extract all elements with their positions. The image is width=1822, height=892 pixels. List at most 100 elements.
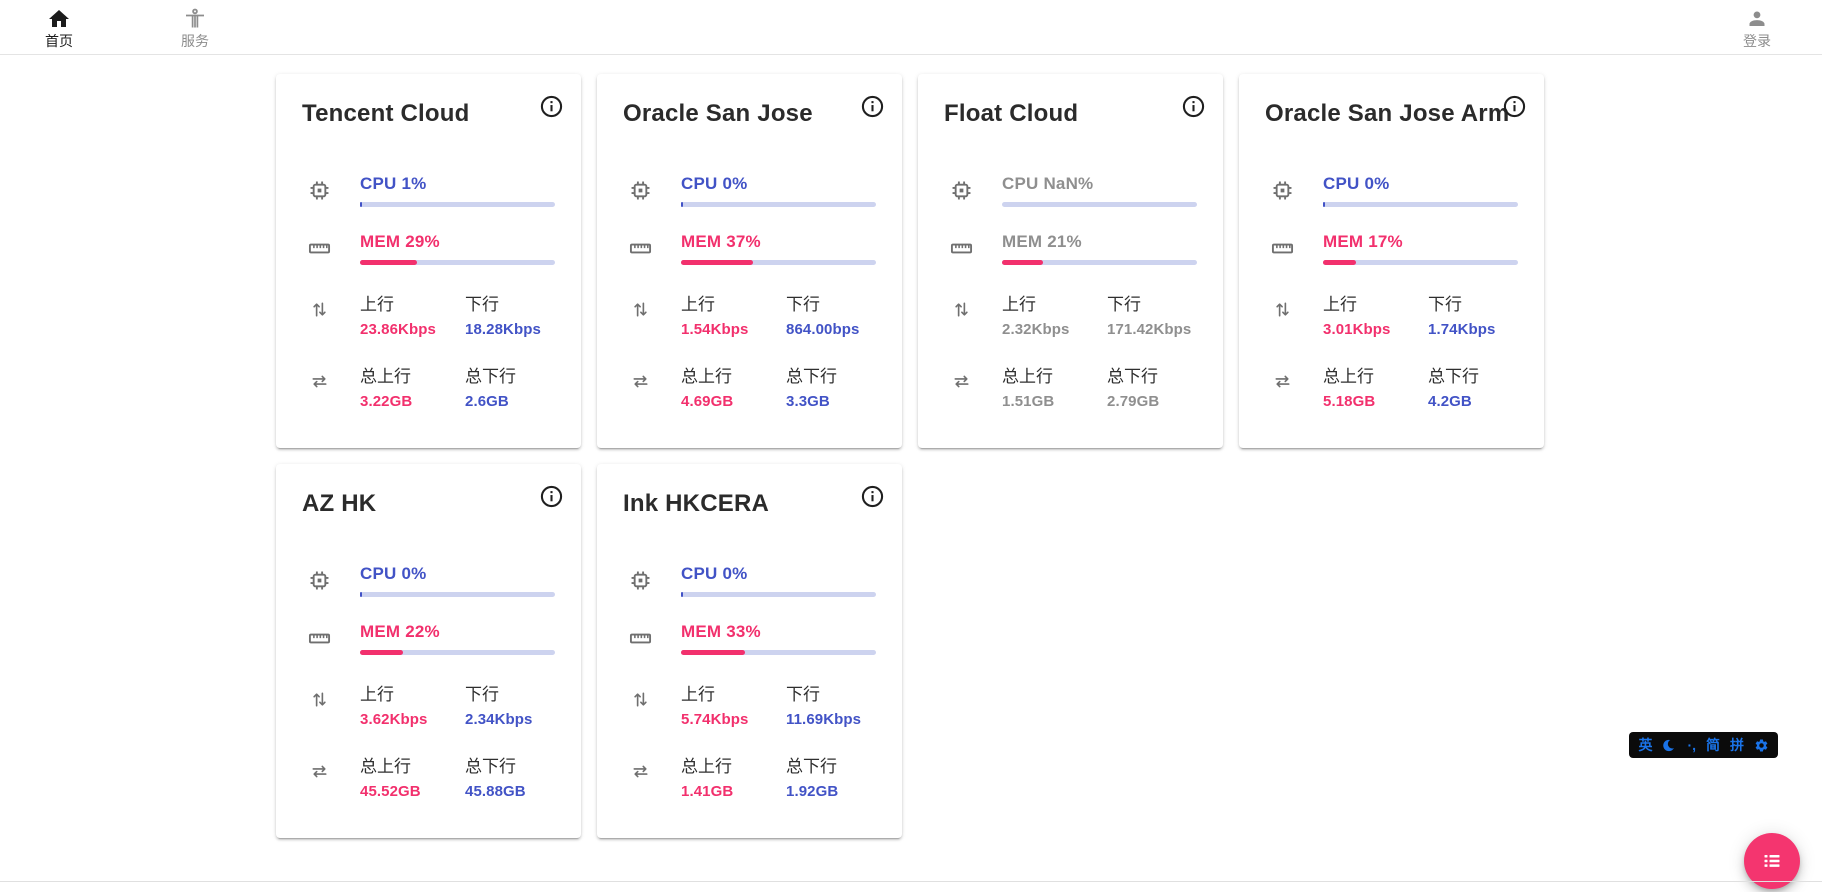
info-icon [1181,94,1206,119]
memory-ruler-icon [306,626,332,651]
cpu-bar [360,592,555,597]
server-name: AZ HK [276,464,581,518]
ime-halfshape-mode[interactable] [1662,738,1677,753]
app-bar: 首页 服务 登录 [0,0,1822,55]
login-button[interactable]: 登录 [1732,7,1782,48]
mem-bar [360,260,555,265]
upload-label: 上行 [681,680,786,705]
mem-bar-fill [1323,260,1356,265]
info-button[interactable] [537,482,565,510]
upload-label: 上行 [360,680,465,705]
upload-value: 2.32Kbps [1002,321,1107,338]
home-icon [47,7,71,31]
swap-vertical-icon [627,298,653,321]
accessibility-icon [183,7,207,31]
info-button[interactable] [1500,92,1528,120]
cpu-row: CPU NaN% [948,174,1197,207]
swap-vertical-icon [948,298,974,321]
total-upload-label: 总上行 [681,362,786,387]
mem-row: MEM 37% [627,232,876,265]
server-name: Float Cloud [918,74,1223,128]
total-download-label: 总下行 [1107,362,1197,387]
nav-left: 首页 服务 [0,7,220,48]
list-icon [1760,849,1784,873]
ime-punctuation-mode[interactable]: ·, [1687,738,1696,752]
ime-pinyin-scheme[interactable]: 拼 [1730,738,1744,752]
mem-value: 22% [405,622,440,641]
upload-label: 上行 [1323,290,1428,315]
upload-label: 上行 [360,290,465,315]
cpu-value: 1% [401,174,426,193]
mem-row: MEM 17% [1269,232,1518,265]
server-card: Oracle San Jose [597,74,902,448]
upload-value: 3.01Kbps [1323,321,1428,338]
cpu-row: CPU 0% [1269,174,1518,207]
person-icon [1745,7,1769,31]
server-card: AZ HK [276,464,581,838]
cpu-bar-fill [360,202,362,207]
ime-settings[interactable] [1754,738,1769,753]
server-stats: CPU 0% MEM 37 [627,174,876,410]
download-value: 2.34Kbps [465,711,555,728]
nav-item-services[interactable]: 服务 [170,7,220,48]
info-icon [539,94,564,119]
swap-horizontal-icon [306,760,332,783]
cpu-chip-icon [306,568,332,593]
cpu-bar-fill [681,202,683,207]
download-value: 11.69Kbps [786,711,876,728]
info-button[interactable] [858,482,886,510]
cpu-row: CPU 0% [306,564,555,597]
total-download-value: 1.92GB [786,783,876,800]
info-button[interactable] [537,92,565,120]
total-upload-value: 1.51GB [1002,393,1107,410]
ime-english-mode[interactable]: 英 [1638,738,1652,752]
total-download-value: 45.88GB [465,783,555,800]
mem-bar-fill [681,260,753,265]
cpu-value: 0% [722,564,747,583]
cpu-bar [681,592,876,597]
nav-item-label: 首页 [45,33,73,48]
nav-item-label: 登录 [1743,33,1771,48]
cpu-label: CPU 1% [360,174,555,194]
cpu-bar [1002,202,1197,207]
download-label: 下行 [1107,290,1197,315]
cpu-label: CPU NaN% [1002,174,1197,194]
mem-row: MEM 21% [948,232,1197,265]
info-icon [1502,94,1527,119]
mem-bar [1002,260,1197,265]
cpu-row: CPU 0% [627,174,876,207]
download-value: 1.74Kbps [1428,321,1518,338]
mem-row: MEM 33% [627,622,876,655]
total-upload-label: 总上行 [1002,362,1107,387]
mem-label: MEM 22% [360,622,555,642]
upload-value: 1.54Kbps [681,321,786,338]
server-name: Oracle San Jose Arm [1239,74,1544,128]
total-upload-label: 总上行 [681,752,786,777]
server-name: Oracle San Jose [597,74,902,128]
cpu-bar [1323,202,1518,207]
server-stats: CPU NaN% MEM [948,174,1197,410]
info-button[interactable] [858,92,886,120]
memory-ruler-icon [627,236,653,261]
cpu-value: NaN% [1043,174,1093,193]
speed-row: 上行 3.01Kbps 下行 1.74Kbps [1269,290,1518,338]
upload-value: 3.62Kbps [360,711,465,728]
swap-vertical-icon [306,298,332,321]
speed-row: 上行 23.86Kbps 下行 18.28Kbps [306,290,555,338]
nav-item-home[interactable]: 首页 [34,7,84,48]
download-label: 下行 [465,680,555,705]
upload-label: 上行 [681,290,786,315]
server-card: Oracle San Jose Arm [1239,74,1544,448]
speed-row: 上行 5.74Kbps 下行 11.69Kbps [627,680,876,728]
cpu-chip-icon [1269,178,1295,203]
total-download-label: 总下行 [786,362,876,387]
download-label: 下行 [786,290,876,315]
cpu-label: CPU 0% [681,174,876,194]
total-row: 总上行 45.52GB 总下行 45.88GB [306,752,555,800]
cpu-chip-icon [306,178,332,203]
total-upload-label: 总上行 [360,362,465,387]
info-button[interactable] [1179,92,1207,120]
ime-simplified-mode[interactable]: 简 [1706,738,1720,752]
speed-row: 上行 1.54Kbps 下行 864.00bps [627,290,876,338]
total-download-label: 总下行 [465,752,555,777]
